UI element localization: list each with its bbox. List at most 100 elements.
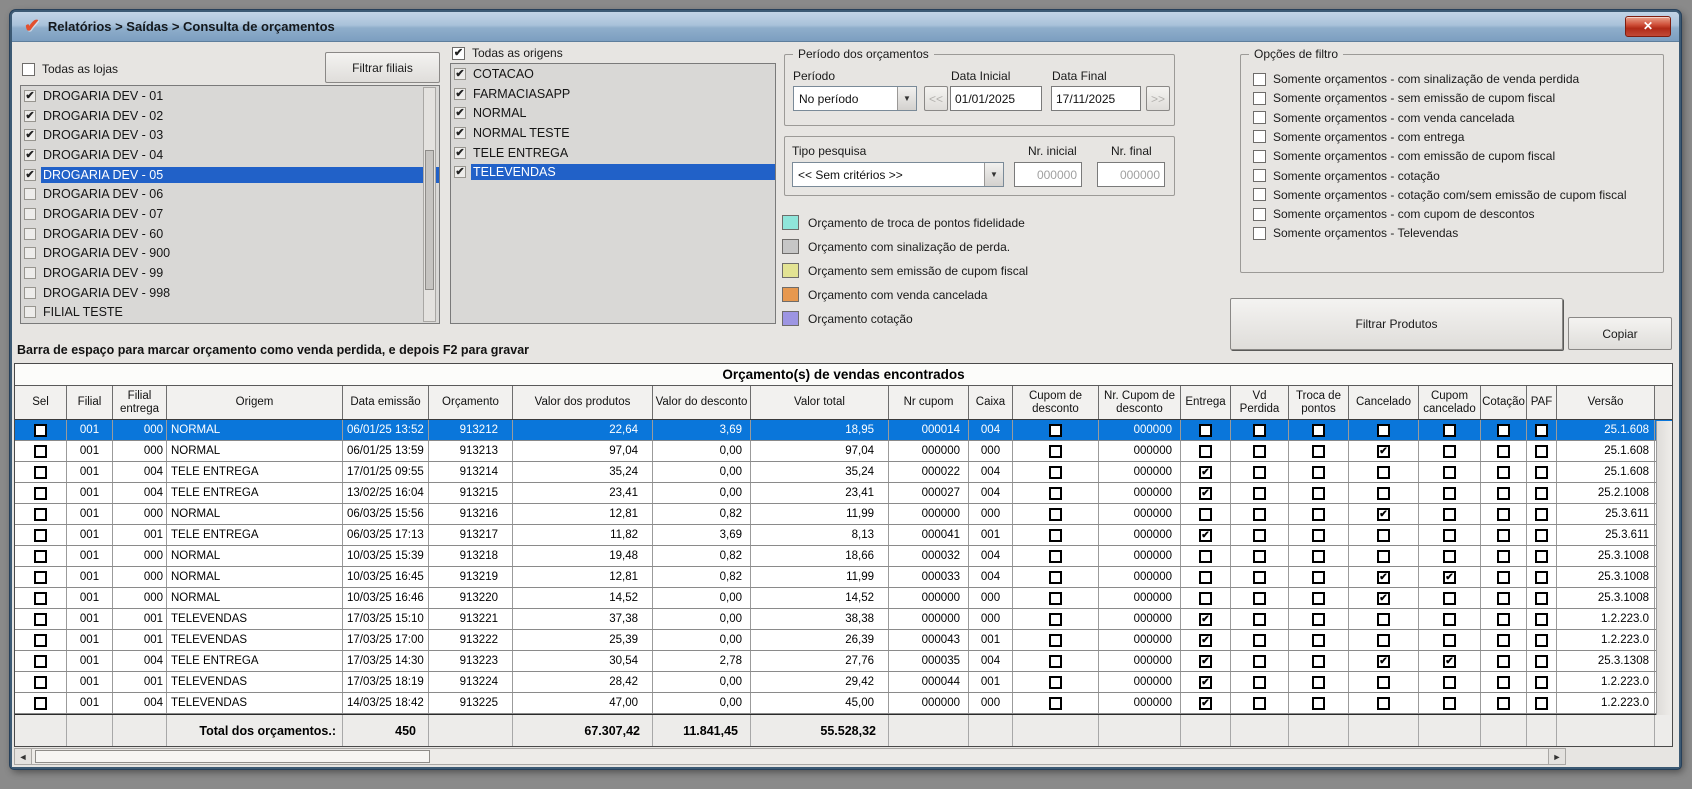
cupom_desconto-checkbox[interactable]: [1049, 487, 1062, 500]
table-row[interactable]: 001000NORMAL10/03/25 16:4591321912,810,8…: [15, 567, 1672, 588]
paf-checkbox[interactable]: [1535, 487, 1548, 500]
table-row[interactable]: 001001TELEVENDAS17/03/25 17:0091322225,3…: [15, 630, 1672, 651]
cupom_desconto-checkbox[interactable]: [1049, 550, 1062, 563]
cell-cupom_desconto[interactable]: [1013, 462, 1099, 482]
vd_perdida-checkbox[interactable]: [1253, 508, 1266, 521]
origin-item[interactable]: ✔TELEVENDAS: [451, 162, 775, 182]
cell-cancelado[interactable]: ✔: [1349, 504, 1419, 524]
cell-cancelado[interactable]: [1349, 672, 1419, 692]
table-row[interactable]: 001001TELEVENDAS17/03/25 15:1091322137,3…: [15, 609, 1672, 630]
entrega-checkbox[interactable]: [1199, 592, 1212, 605]
cell-cotacao[interactable]: [1481, 588, 1527, 608]
cell-cancelado[interactable]: [1349, 483, 1419, 503]
cotacao-checkbox[interactable]: [1497, 529, 1510, 542]
cell-vd_perdida[interactable]: [1231, 567, 1289, 587]
cell-entrega[interactable]: ✔: [1181, 630, 1231, 650]
troca_pontos-checkbox[interactable]: [1312, 529, 1325, 542]
store-item-checkbox[interactable]: ✔: [24, 110, 36, 122]
vd_perdida-checkbox[interactable]: [1253, 676, 1266, 689]
cell-vd_perdida[interactable]: [1231, 588, 1289, 608]
sel-checkbox[interactable]: [34, 466, 47, 479]
paf-checkbox[interactable]: [1535, 592, 1548, 605]
cell-cotacao[interactable]: [1481, 504, 1527, 524]
cell-cupom_cancelado[interactable]: [1419, 441, 1481, 461]
cell-cancelado[interactable]: ✔: [1349, 651, 1419, 671]
header-cell-cotacao[interactable]: Cotação: [1481, 386, 1527, 419]
cell-cotacao[interactable]: [1481, 525, 1527, 545]
cell-vd_perdida[interactable]: [1231, 483, 1289, 503]
cancelado-checkbox[interactable]: [1377, 613, 1390, 626]
table-row[interactable]: 001004TELE ENTREGA17/01/25 09:5591321435…: [15, 462, 1672, 483]
filter-option-checkbox[interactable]: [1253, 169, 1266, 182]
troca_pontos-checkbox[interactable]: [1312, 445, 1325, 458]
sel-checkbox[interactable]: [34, 697, 47, 710]
filter-option-checkbox[interactable]: [1253, 208, 1266, 221]
cell-cancelado[interactable]: [1349, 462, 1419, 482]
cotacao-checkbox[interactable]: [1497, 445, 1510, 458]
paf-checkbox[interactable]: [1535, 655, 1548, 668]
cotacao-checkbox[interactable]: [1497, 487, 1510, 500]
filter-option-checkbox[interactable]: [1253, 227, 1266, 240]
header-cell-paf[interactable]: PAF: [1527, 386, 1557, 419]
cell-sel[interactable]: [15, 420, 67, 440]
sel-checkbox[interactable]: [34, 424, 47, 437]
cell-troca_pontos[interactable]: [1289, 672, 1349, 692]
cancelado-checkbox[interactable]: ✔: [1377, 571, 1390, 584]
filter-branches-button[interactable]: Filtrar filiais: [325, 52, 440, 83]
header-cell-sel[interactable]: Sel: [15, 386, 67, 419]
cell-vd_perdida[interactable]: [1231, 651, 1289, 671]
sel-checkbox[interactable]: [34, 592, 47, 605]
troca_pontos-checkbox[interactable]: [1312, 424, 1325, 437]
cell-cupom_desconto[interactable]: [1013, 672, 1099, 692]
troca_pontos-checkbox[interactable]: [1312, 613, 1325, 626]
store-item[interactable]: DROGARIA DEV - 06: [21, 184, 439, 204]
cotacao-checkbox[interactable]: [1497, 424, 1510, 437]
cotacao-checkbox[interactable]: [1497, 571, 1510, 584]
filter-option-checkbox[interactable]: [1253, 92, 1266, 105]
cell-cupom_desconto[interactable]: [1013, 588, 1099, 608]
cupom_cancelado-checkbox[interactable]: [1443, 508, 1456, 521]
troca_pontos-checkbox[interactable]: [1312, 571, 1325, 584]
hscroll-thumb[interactable]: [35, 750, 430, 763]
cupom_cancelado-checkbox[interactable]: ✔: [1443, 571, 1456, 584]
entrega-checkbox[interactable]: [1199, 424, 1212, 437]
vd_perdida-checkbox[interactable]: [1253, 529, 1266, 542]
cell-sel[interactable]: [15, 462, 67, 482]
header-cell-nr_cupom_desconto[interactable]: Nr. Cupom de desconto: [1099, 386, 1181, 419]
store-item[interactable]: DROGARIA DEV - 900: [21, 244, 439, 264]
filter-option-checkbox[interactable]: [1253, 73, 1266, 86]
vd_perdida-checkbox[interactable]: [1253, 613, 1266, 626]
cell-sel[interactable]: [15, 609, 67, 629]
cupom_cancelado-checkbox[interactable]: [1443, 466, 1456, 479]
cell-cancelado[interactable]: ✔: [1349, 441, 1419, 461]
table-vertical-scrollbar[interactable]: [1656, 421, 1672, 715]
cupom_cancelado-checkbox[interactable]: [1443, 550, 1456, 563]
header-cell-orcamento[interactable]: Orçamento: [429, 386, 513, 419]
stores-scrollbar[interactable]: [423, 87, 436, 322]
cell-cotacao[interactable]: [1481, 462, 1527, 482]
cell-cancelado[interactable]: ✔: [1349, 567, 1419, 587]
sel-checkbox[interactable]: [34, 508, 47, 521]
header-cell-data_emissao[interactable]: Data emissão: [343, 386, 429, 419]
origin-item[interactable]: ✔COTACAO: [451, 64, 775, 84]
cupom_desconto-checkbox[interactable]: [1049, 529, 1062, 542]
vd_perdida-checkbox[interactable]: [1253, 445, 1266, 458]
entrega-checkbox[interactable]: ✔: [1199, 613, 1212, 626]
cell-cotacao[interactable]: [1481, 609, 1527, 629]
header-cell-entrega[interactable]: Entrega: [1181, 386, 1231, 419]
cell-cupom_desconto[interactable]: [1013, 483, 1099, 503]
store-item[interactable]: ✔DROGARIA DEV - 05: [21, 165, 439, 185]
start-date-input[interactable]: [950, 86, 1042, 111]
period-select-arrow-icon[interactable]: ▼: [897, 87, 916, 110]
cancelado-checkbox[interactable]: ✔: [1377, 655, 1390, 668]
store-item[interactable]: ✔DROGARIA DEV - 03: [21, 125, 439, 145]
origin-item[interactable]: ✔NORMAL: [451, 103, 775, 123]
store-item[interactable]: ✔DROGARIA DEV - 01: [21, 86, 439, 106]
cell-paf[interactable]: [1527, 462, 1557, 482]
cell-troca_pontos[interactable]: [1289, 525, 1349, 545]
cell-cotacao[interactable]: [1481, 630, 1527, 650]
cupom_desconto-checkbox[interactable]: [1049, 676, 1062, 689]
cell-sel[interactable]: [15, 693, 67, 713]
cell-paf[interactable]: [1527, 672, 1557, 692]
cell-paf[interactable]: [1527, 504, 1557, 524]
